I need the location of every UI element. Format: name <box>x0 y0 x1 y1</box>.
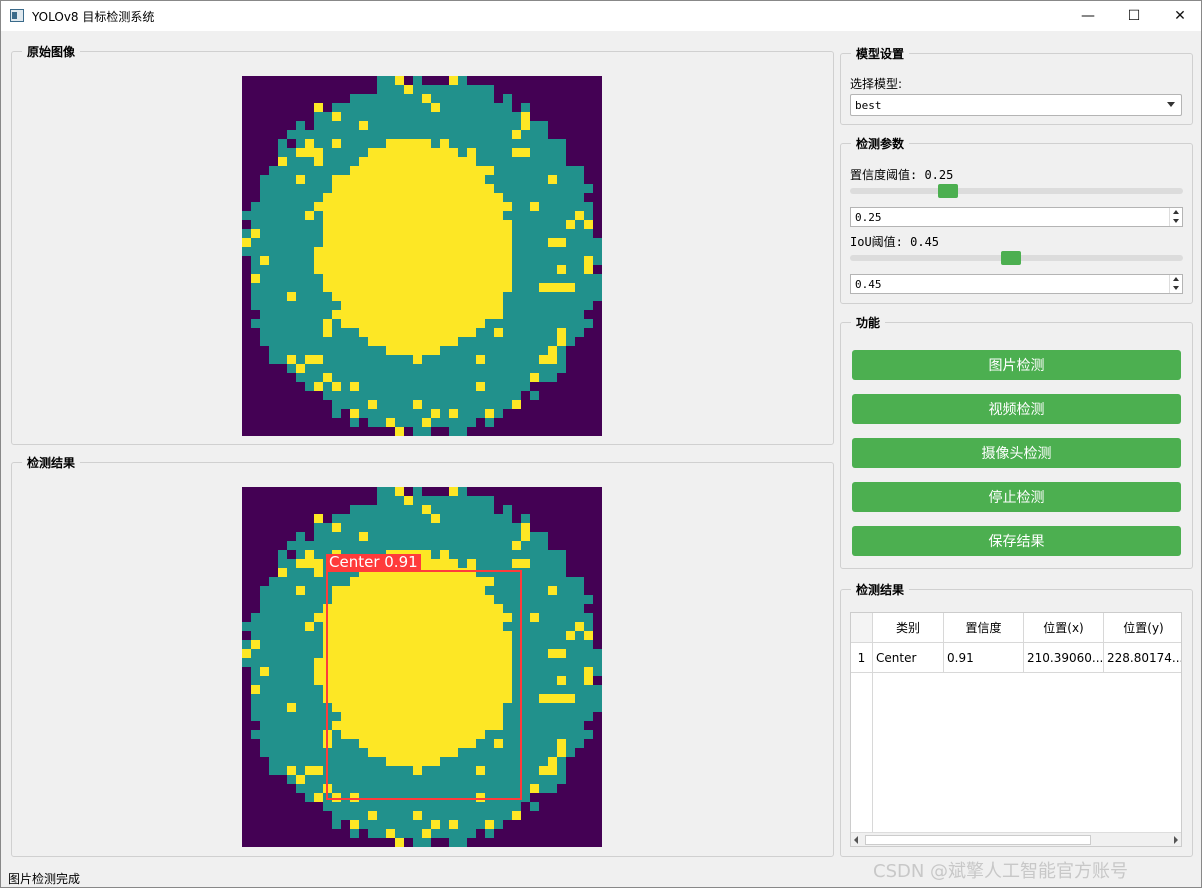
detection-params-title: 检测参数 <box>851 135 910 152</box>
title-bar: YOLOv8 目标检测系统 — ☐ ✕ <box>1 1 1201 31</box>
cell-class[interactable]: Center <box>873 643 944 673</box>
watermark: CSDN @斌擎人工智能官方账号 <box>873 861 1129 882</box>
cell-x[interactable]: 210.39060... <box>1024 643 1104 673</box>
model-select-value: best <box>855 99 882 112</box>
model-select[interactable]: best <box>850 94 1182 116</box>
row-header[interactable]: 1 <box>851 643 873 673</box>
chevron-down-icon[interactable] <box>1173 286 1179 290</box>
column-header-class[interactable]: 类别 <box>873 613 944 643</box>
table-corner[interactable] <box>851 613 873 643</box>
chevron-up-icon[interactable] <box>1173 277 1179 281</box>
video-detect-button[interactable]: 视频检测 <box>852 394 1181 424</box>
detection-label: Center 0.91 <box>326 554 421 571</box>
iou-spinbox[interactable]: 0.45 <box>850 274 1183 294</box>
chevron-up-icon[interactable] <box>1173 210 1179 214</box>
window-title: YOLOv8 目标检测系统 <box>32 10 155 24</box>
scrollbar-thumb[interactable] <box>865 835 1091 845</box>
status-text: 图片检测完成 <box>8 872 81 886</box>
row-header-strip <box>851 673 873 833</box>
column-header-y[interactable]: 位置(y) <box>1104 613 1181 643</box>
confidence-spinbox-value: 0.25 <box>855 211 882 224</box>
stop-detect-button[interactable]: 停止检测 <box>852 482 1181 512</box>
detection-box <box>326 570 522 800</box>
iou-slider[interactable] <box>850 251 1183 265</box>
results-title: 检测结果 <box>851 581 910 598</box>
confidence-spin-arrows[interactable] <box>1169 208 1182 226</box>
scroll-right-icon[interactable] <box>1174 836 1178 844</box>
cell-confidence[interactable]: 0.91 <box>944 643 1024 673</box>
result-image: Center 0.91 <box>242 487 602 847</box>
close-button[interactable]: ✕ <box>1157 1 1202 31</box>
app-icon <box>10 9 24 22</box>
iou-spinbox-value: 0.45 <box>855 278 882 291</box>
column-header-x[interactable]: 位置(x) <box>1024 613 1104 643</box>
iou-slider-handle[interactable] <box>1001 251 1021 265</box>
original-image <box>242 76 602 436</box>
model-select-label: 选择模型: <box>850 77 903 91</box>
chevron-down-icon[interactable] <box>1173 219 1179 223</box>
minimize-button[interactable]: — <box>1065 1 1111 31</box>
maximize-button[interactable]: ☐ <box>1111 1 1157 31</box>
app-window: YOLOv8 目标检测系统 — ☐ ✕ 原始图像 检测结果 Center 0.9… <box>0 0 1202 888</box>
confidence-label: 置信度阈值: 0.25 <box>850 168 954 182</box>
column-header-confidence[interactable]: 置信度 <box>944 613 1024 643</box>
model-settings-title: 模型设置 <box>851 45 910 62</box>
results-table[interactable]: 类别 置信度 位置(x) 位置(y) 1 Center 0.91 210.390… <box>850 612 1182 847</box>
confidence-spinbox[interactable]: 0.25 <box>850 207 1183 227</box>
original-image-title: 原始图像 <box>22 43 81 60</box>
save-result-button[interactable]: 保存结果 <box>852 526 1181 556</box>
iou-spin-arrows[interactable] <box>1169 275 1182 293</box>
result-image-title: 检测结果 <box>22 454 81 471</box>
iou-label: IoU阈值: 0.45 <box>850 235 940 249</box>
chevron-down-icon <box>1167 102 1175 107</box>
cell-y[interactable]: 228.80174... <box>1104 643 1181 673</box>
functions-title: 功能 <box>851 314 886 331</box>
camera-detect-button[interactable]: 摄像头检测 <box>852 438 1181 468</box>
horizontal-scrollbar[interactable] <box>851 832 1181 846</box>
confidence-slider-handle[interactable] <box>938 184 958 198</box>
scroll-left-icon[interactable] <box>854 836 858 844</box>
confidence-slider[interactable] <box>850 184 1183 198</box>
image-detect-button[interactable]: 图片检测 <box>852 350 1181 380</box>
